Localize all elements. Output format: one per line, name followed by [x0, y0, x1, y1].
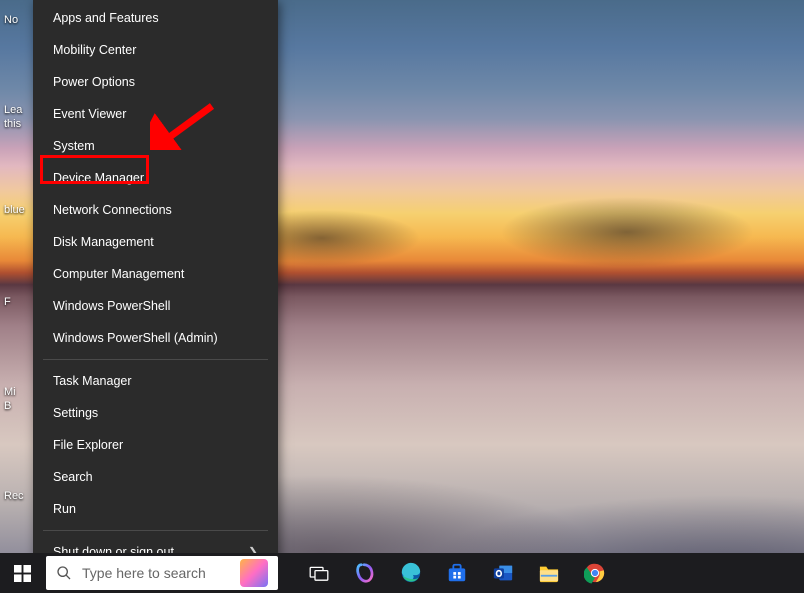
taskbar: Type here to search [0, 553, 804, 593]
menu-item-label: Network Connections [53, 203, 172, 217]
menu-separator [43, 530, 268, 531]
menu-item-label: Event Viewer [53, 107, 126, 121]
start-button[interactable] [0, 553, 44, 593]
taskbar-edge[interactable] [388, 553, 434, 593]
search-highlights-icon [240, 559, 268, 587]
desktop-icon-label[interactable]: B [4, 400, 34, 412]
menu-item-label: Computer Management [53, 267, 184, 281]
menu-item-label: Windows PowerShell [53, 299, 170, 313]
menu-item-label: Settings [53, 406, 98, 420]
menu-mobility-center[interactable]: Mobility Center [33, 34, 278, 66]
menu-network-connections[interactable]: Network Connections [33, 194, 278, 226]
taskbar-search[interactable]: Type here to search [46, 556, 278, 590]
menu-item-label: Run [53, 502, 76, 516]
menu-item-label: Device Manager [53, 171, 144, 185]
menu-power-options[interactable]: Power Options [33, 66, 278, 98]
desktop-icon-label[interactable]: Mi [4, 386, 34, 398]
taskbar-chrome[interactable] [572, 553, 618, 593]
edge-icon [400, 562, 422, 584]
copilot-icon [354, 562, 376, 584]
desktop-icon-label[interactable]: blue [4, 204, 34, 216]
menu-windows-powershell-admin[interactable]: Windows PowerShell (Admin) [33, 322, 278, 354]
menu-search[interactable]: Search [33, 461, 278, 493]
task-view-icon [309, 565, 329, 581]
taskbar-microsoft-store[interactable] [434, 553, 480, 593]
menu-run[interactable]: Run [33, 493, 278, 525]
search-placeholder: Type here to search [82, 565, 206, 581]
menu-item-label: File Explorer [53, 438, 123, 452]
menu-apps-and-features[interactable]: Apps and Features [33, 2, 278, 34]
taskbar-file-explorer[interactable] [526, 553, 572, 593]
desktop-icon-label[interactable]: No [4, 14, 34, 26]
desktop-icon-label[interactable]: Rec [4, 490, 34, 502]
desktop-icon-label[interactable]: F [4, 296, 34, 308]
menu-separator [43, 359, 268, 360]
menu-file-explorer[interactable]: File Explorer [33, 429, 278, 461]
menu-item-label: Apps and Features [53, 11, 159, 25]
menu-item-label: Disk Management [53, 235, 154, 249]
menu-disk-management[interactable]: Disk Management [33, 226, 278, 258]
outlook-icon [492, 562, 514, 584]
taskbar-task-view[interactable] [296, 553, 342, 593]
menu-item-label: Mobility Center [53, 43, 136, 57]
menu-settings[interactable]: Settings [33, 397, 278, 429]
menu-item-label: Search [53, 470, 93, 484]
windows-logo-icon [14, 565, 31, 582]
menu-task-manager[interactable]: Task Manager [33, 365, 278, 397]
chrome-icon [584, 562, 606, 584]
menu-computer-management[interactable]: Computer Management [33, 258, 278, 290]
desktop-wallpaper: No Lea this blue F Mi B Rec Apps and Fea… [0, 0, 804, 593]
store-icon [446, 562, 468, 584]
menu-item-label: System [53, 139, 95, 153]
desktop-icon-label[interactable]: Lea [4, 104, 34, 116]
menu-system[interactable]: System [33, 130, 278, 162]
taskbar-copilot[interactable] [342, 553, 388, 593]
menu-windows-powershell[interactable]: Windows PowerShell [33, 290, 278, 322]
winx-context-menu: Apps and Features Mobility Center Power … [33, 0, 278, 566]
desktop-icon-label[interactable]: this [4, 118, 34, 130]
menu-item-label: Windows PowerShell (Admin) [53, 331, 218, 345]
menu-event-viewer[interactable]: Event Viewer [33, 98, 278, 130]
search-icon [56, 565, 72, 581]
menu-item-label: Power Options [53, 75, 135, 89]
folder-icon [538, 563, 560, 583]
menu-item-label: Task Manager [53, 374, 132, 388]
taskbar-outlook[interactable] [480, 553, 526, 593]
menu-device-manager[interactable]: Device Manager [33, 162, 278, 194]
taskbar-pinned-apps [296, 553, 618, 593]
